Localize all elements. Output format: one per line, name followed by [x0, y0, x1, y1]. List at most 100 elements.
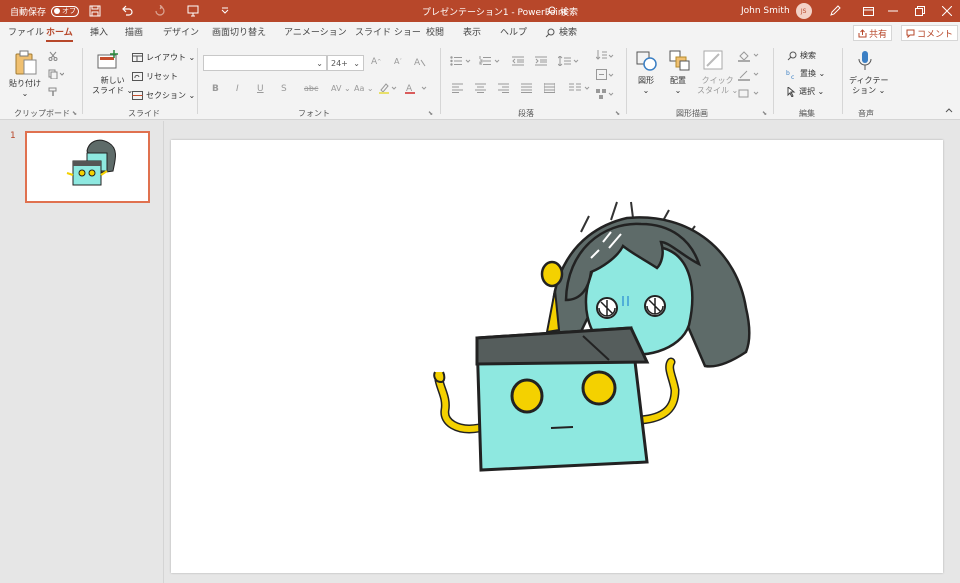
tab-file[interactable]: ファイル — [8, 22, 44, 44]
cut-icon[interactable] — [48, 51, 58, 61]
tab-draw[interactable]: 描画 — [125, 22, 143, 44]
format-painter-icon[interactable] — [48, 87, 58, 97]
autosave-toggle[interactable]: オフ — [51, 5, 80, 17]
search-icon — [787, 51, 797, 60]
font-group-label: フォント — [298, 109, 330, 118]
dialog-launcher-icon[interactable]: ⬊ — [428, 110, 433, 117]
collapse-ribbon-icon[interactable] — [945, 108, 953, 113]
text-direction-icon[interactable] — [596, 50, 614, 62]
tab-home[interactable]: ホーム — [46, 22, 73, 44]
dialog-launcher-icon[interactable]: ⬊ — [762, 110, 767, 117]
tab-review[interactable]: 校閲 — [426, 22, 444, 44]
increase-font-size-button[interactable]: A ^ — [371, 57, 381, 67]
change-case-button[interactable]: Aa ⌄ — [354, 84, 374, 93]
smartart-icon[interactable] — [596, 88, 614, 100]
title-search[interactable]: 検索 — [546, 0, 578, 22]
align-right-icon[interactable] — [498, 83, 509, 93]
new-slide-icon[interactable] — [97, 50, 119, 70]
ribbon-home: 貼り付け ⌄ クリップボード ⬊ 新しい スライド ⌄ レイアウト ⌄ リセット… — [0, 44, 960, 120]
robot-right-eye — [581, 370, 617, 406]
shapes-button[interactable]: 図形 ⌄ — [638, 76, 654, 96]
replace-button[interactable]: bc 置換 ⌄ — [786, 68, 825, 79]
ribbon-display-options-icon[interactable] — [855, 0, 881, 22]
dialog-launcher-icon[interactable]: ⬊ — [72, 110, 77, 117]
search-icon — [545, 28, 555, 38]
pen-icon[interactable] — [828, 0, 842, 22]
distributed-icon[interactable] — [544, 83, 555, 93]
justify-icon[interactable] — [521, 83, 532, 93]
quick-styles-button[interactable]: クイック スタイル ⌄ — [697, 76, 738, 96]
reset-icon — [132, 72, 143, 81]
numbering-icon[interactable] — [479, 56, 503, 66]
slides-group-label: スライド — [128, 109, 160, 118]
present-icon[interactable] — [186, 0, 200, 22]
tab-transitions[interactable]: 画面切り替え — [212, 22, 266, 44]
align-left-icon[interactable] — [452, 83, 463, 93]
increase-indent-icon[interactable] — [535, 56, 547, 66]
shadow-button[interactable]: S — [281, 84, 287, 94]
avatar: JS — [795, 3, 812, 19]
font-size-dropdown[interactable]: 24+ ⌄ — [327, 55, 364, 71]
columns-icon[interactable] — [569, 83, 591, 93]
align-center-icon[interactable] — [475, 83, 486, 93]
tab-design[interactable]: デザイン — [163, 22, 199, 44]
close-button[interactable] — [934, 0, 960, 22]
robot-illustration[interactable] — [171, 140, 943, 573]
drawing-group-label: 図形描画 — [676, 109, 708, 118]
minimize-button[interactable] — [880, 0, 906, 22]
save-icon[interactable] — [88, 0, 102, 22]
tab-help[interactable]: ヘルプ — [500, 22, 527, 44]
arrange-button[interactable]: 配置 ⌄ — [670, 76, 686, 96]
tell-me-search[interactable]: 検索 — [545, 22, 577, 44]
italic-button[interactable]: I — [236, 84, 239, 94]
comments-button[interactable]: コメント — [901, 25, 959, 41]
highlight-color-icon[interactable] — [379, 82, 397, 94]
tab-animations[interactable]: アニメーション — [284, 22, 347, 44]
shape-fill-icon[interactable] — [738, 50, 760, 62]
restore-button[interactable] — [907, 0, 933, 22]
slide-canvas[interactable] — [171, 140, 943, 573]
bold-button[interactable]: B — [212, 84, 219, 94]
decrease-indent-icon[interactable] — [512, 56, 524, 66]
voice-group-label: 音声 — [858, 109, 874, 118]
microphone-icon[interactable] — [857, 50, 873, 72]
shape-outline-icon[interactable] — [738, 69, 760, 81]
reset-button[interactable]: リセット — [132, 71, 178, 82]
strikethrough-button[interactable]: abc — [304, 84, 318, 93]
shape-effects-icon[interactable] — [738, 88, 760, 100]
align-text-icon[interactable] — [596, 69, 614, 81]
autosave-control[interactable]: 自動保存 オフ — [10, 0, 80, 22]
dialog-launcher-icon[interactable]: ⬊ — [615, 110, 620, 117]
underline-button[interactable]: U — [257, 84, 264, 94]
new-slide-button[interactable]: 新しい スライド ⌄ — [92, 76, 133, 96]
character-spacing-button[interactable]: AV ⌄ — [331, 84, 351, 93]
bullets-icon[interactable] — [450, 56, 474, 66]
font-color-icon[interactable]: A — [405, 82, 427, 94]
clear-formatting-icon[interactable]: A — [414, 56, 426, 67]
undo-icon[interactable] — [120, 0, 134, 22]
layout-button[interactable]: レイアウト ⌄ — [132, 52, 195, 63]
paste-icon[interactable] — [14, 50, 38, 76]
tab-slideshow[interactable]: スライド ショー — [355, 22, 421, 44]
arrange-icon[interactable] — [669, 50, 691, 72]
select-button[interactable]: 選択 ⌄ — [787, 86, 824, 97]
font-name-dropdown[interactable]: ⌄ — [203, 55, 327, 71]
slide-thumbnail[interactable] — [25, 131, 150, 203]
paste-button[interactable]: 貼り付け ⌄ — [9, 79, 41, 99]
share-button[interactable]: 共有 — [853, 25, 893, 41]
dictate-button[interactable]: ディクテー ション ⌄ — [849, 76, 888, 96]
quick-styles-icon[interactable] — [703, 50, 725, 72]
find-button[interactable]: 検索 — [787, 50, 816, 61]
copy-icon[interactable] — [48, 69, 64, 79]
customize-qat-icon[interactable] — [218, 0, 232, 22]
line-spacing-icon[interactable] — [558, 56, 580, 66]
user-account[interactable]: John Smith JS — [741, 0, 812, 22]
decrease-font-size-button[interactable]: Aˇ — [394, 57, 402, 66]
redo-icon[interactable] — [153, 0, 167, 22]
shapes-icon[interactable] — [636, 50, 658, 72]
section-icon — [132, 91, 143, 100]
tab-insert[interactable]: 挿入 — [90, 22, 108, 44]
robot-mouth — [550, 426, 574, 429]
section-button[interactable]: セクション ⌄ — [132, 90, 195, 101]
tab-view[interactable]: 表示 — [463, 22, 481, 44]
